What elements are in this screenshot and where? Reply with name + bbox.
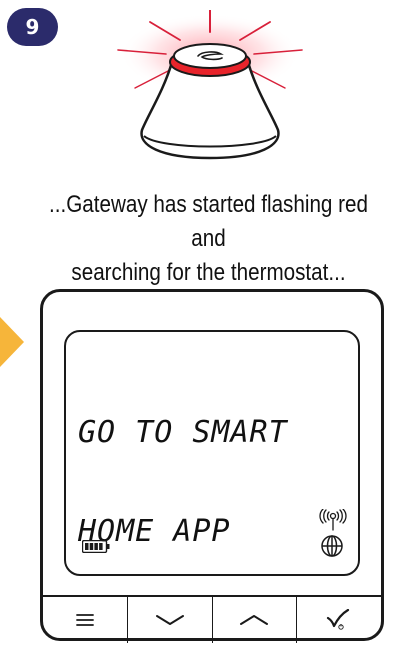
instruction-caption: ...Gateway has started flashing red and … (29, 188, 388, 290)
thermostat-device: GO TO SMART HOME APP (40, 289, 384, 643)
thermostat-screen: GO TO SMART HOME APP (64, 330, 360, 576)
battery-full-icon (82, 540, 110, 553)
menu-icon (75, 614, 94, 626)
chevron-down-icon (155, 615, 184, 625)
confirm-button[interactable] (297, 597, 381, 643)
caption-line-2: searching for the thermostat... (71, 259, 346, 286)
step-number-badge: 9 (7, 8, 58, 46)
chevron-up-icon (240, 615, 269, 625)
lcd-line-1: GO TO SMART (78, 415, 288, 450)
wireless-signal-icon (319, 509, 347, 531)
pointer-arrow-icon (0, 317, 24, 367)
up-button[interactable] (213, 597, 298, 643)
thermostat-button-bar (43, 595, 381, 643)
gateway-illustration (117, 10, 303, 160)
step-number: 9 (25, 15, 40, 39)
down-button[interactable] (128, 597, 213, 643)
lcd-message: GO TO SMART HOME APP (78, 350, 288, 614)
checkmark-power-icon (327, 609, 350, 630)
caption-line-1: ...Gateway has started flashing red and (49, 191, 368, 252)
menu-button[interactable] (43, 597, 128, 643)
globe-icon (321, 535, 343, 557)
gateway-top (173, 43, 247, 69)
